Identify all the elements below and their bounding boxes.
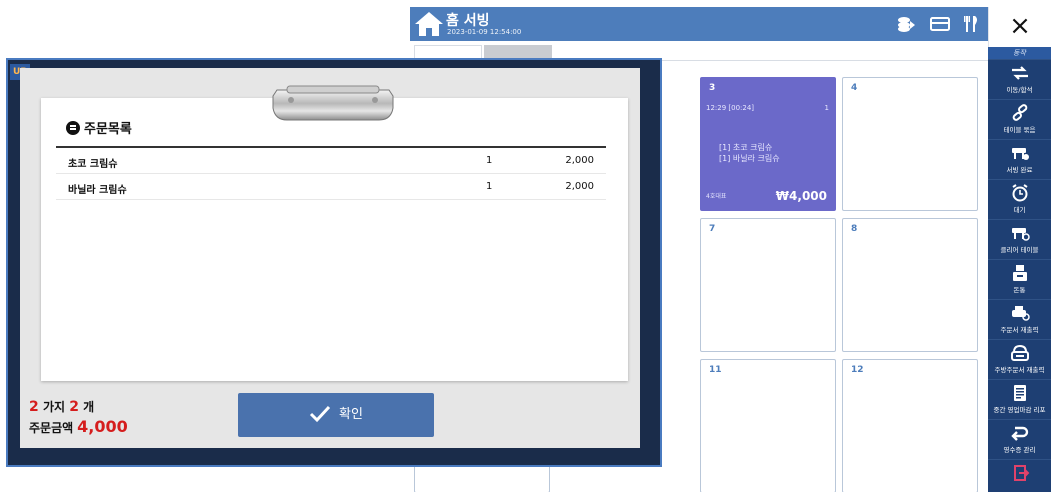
- table-cell[interactable]: 7: [700, 218, 836, 352]
- amount-value: 4,000: [77, 417, 128, 436]
- table-cell[interactable]: 4: [842, 77, 978, 211]
- fn-move-button[interactable]: 이동/합석: [988, 59, 1051, 99]
- table-foot: 4호대표: [706, 193, 727, 200]
- fn-serve-button[interactable]: 서빙 완료: [988, 139, 1051, 179]
- serve-icon: [1011, 148, 1029, 160]
- return-icon: [1010, 426, 1028, 441]
- move-icon: [1011, 66, 1028, 80]
- table-cell[interactable]: 8: [842, 218, 978, 352]
- kitchen-printer-icon: [1010, 344, 1029, 361]
- table-total: ₩4,000: [775, 189, 827, 203]
- table-cell[interactable]: 12: [842, 359, 978, 492]
- cash-drawer-icon: [1012, 265, 1027, 281]
- fn-cash-drawer-button[interactable]: 돈통: [988, 259, 1051, 299]
- checkmark-icon: [309, 405, 331, 423]
- fn-reprint-order-button[interactable]: 주문서 재출력: [988, 299, 1051, 339]
- fn-midday-report-button[interactable]: 중간 영업마감 리포: [988, 379, 1051, 419]
- confirm-label: 확인: [339, 407, 363, 422]
- kinds-label: 가지: [42, 400, 66, 414]
- table-guests: 1: [824, 104, 829, 112]
- order-list-heading: 주문목록: [66, 118, 132, 137]
- items-label: 개: [83, 400, 95, 414]
- kinds-count: 2: [29, 399, 39, 415]
- report-icon: [1013, 385, 1026, 401]
- order-summary-amount: 주문금액 4,000: [29, 417, 128, 436]
- table-items: [1] 초코 크림슈 [1] 바닐라 크림슈: [719, 143, 780, 163]
- clock-icon: [1011, 184, 1028, 202]
- home-icon[interactable]: [414, 11, 444, 37]
- pos-datetime: 2023-01-09 12:54:00: [447, 28, 522, 36]
- order-row[interactable]: 초코 크림슈 1 2,000: [56, 148, 606, 174]
- sidebar-section-label: 동작: [988, 47, 1051, 59]
- card-icon[interactable]: [930, 15, 950, 33]
- list-icon: [66, 121, 80, 135]
- fn-clear-table-button[interactable]: 클리어 테이블: [988, 219, 1051, 259]
- coins-icon[interactable]: [896, 15, 916, 33]
- order-summary-count: 2 가지 2 개: [29, 398, 94, 415]
- table-time: 12:29 [00:24]: [706, 104, 755, 112]
- pos-title: 홈 서빙: [446, 13, 490, 29]
- order-item-qty: 1: [486, 155, 493, 166]
- table-number: 3: [709, 83, 716, 93]
- confirm-button[interactable]: 확인: [238, 393, 434, 437]
- order-sheet: [41, 98, 628, 381]
- fn-receipt-button[interactable]: 영수증 관리: [988, 419, 1051, 459]
- printer-icon: [1011, 306, 1030, 321]
- logout-icon: [1013, 465, 1029, 481]
- clear-table-icon: [1011, 228, 1030, 241]
- items-count: 2: [69, 399, 79, 415]
- order-item-name: 바닐라 크림슈: [68, 185, 127, 196]
- utensils-icon[interactable]: [962, 15, 982, 33]
- table-cell[interactable]: 11: [700, 359, 836, 492]
- pos-header: 홈 서빙 2023-01-09 12:54:00: [410, 7, 988, 41]
- close-button[interactable]: ×: [988, 7, 1051, 47]
- order-item-price: 2,000: [565, 155, 594, 166]
- fn-link-button[interactable]: 테이블 묶음: [988, 99, 1051, 139]
- fn-wait-button[interactable]: 대기: [988, 179, 1051, 219]
- fn-reprint-kitchen-button[interactable]: 주방주문서 재출력: [988, 339, 1051, 379]
- clipboard-clip-icon: [272, 85, 394, 121]
- order-item-qty: 1: [486, 181, 493, 192]
- function-sidebar: × 동작 이동/합석 테이블 묶음 서빙 완료 대기 클리어 테이블 돈통 주문…: [988, 7, 1051, 492]
- order-item-price: 2,000: [565, 181, 594, 192]
- table-cell-occupied[interactable]: 3 12:29 [00:24] 1 [1] 초코 크림슈 [1] 바닐라 크림슈…: [700, 77, 836, 211]
- amount-label: 주문금액: [29, 421, 74, 435]
- order-row[interactable]: 바닐라 크림슈 1 2,000: [56, 174, 606, 200]
- link-icon: [1012, 104, 1027, 121]
- fn-logout-button[interactable]: [988, 459, 1051, 492]
- order-item-name: 초코 크림슈: [68, 159, 118, 170]
